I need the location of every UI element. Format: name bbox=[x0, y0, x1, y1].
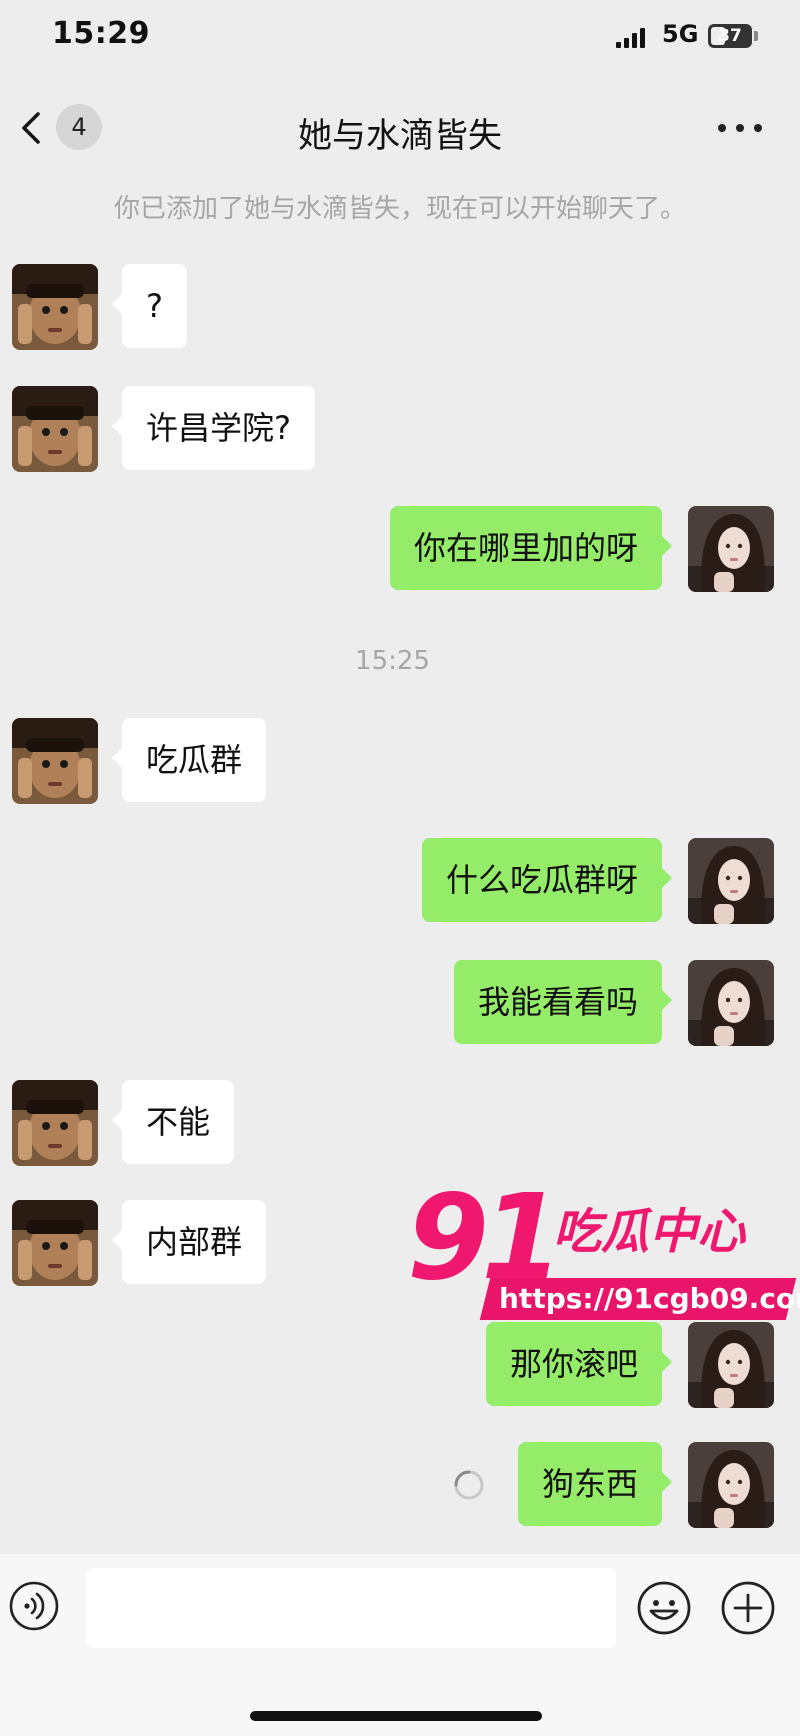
message-bubble-incoming[interactable]: 内部群 bbox=[111, 1200, 267, 1284]
signal-icon bbox=[616, 28, 648, 48]
watermark-logo: 91 吃瓜中心 https://91cgb09.com bbox=[405, 1172, 800, 1328]
contact-avatar[interactable] bbox=[12, 264, 98, 350]
battery-cap bbox=[754, 31, 758, 41]
system-notice: 你已添加了她与水滴皆失，现在可以开始聊天了。 bbox=[113, 194, 686, 224]
message-bubble-outgoing[interactable]: 我能看看吗 bbox=[453, 960, 673, 1044]
home-indicator bbox=[250, 1711, 542, 1721]
message-bubble-outgoing[interactable]: 狗东西 bbox=[517, 1442, 673, 1526]
voice-input-icon[interactable] bbox=[8, 1580, 60, 1632]
chat-input-bar bbox=[0, 1554, 800, 1736]
message-bubble-outgoing[interactable]: 什么吃瓜群呀 bbox=[421, 838, 673, 922]
chat-header: 她与水滴皆失 bbox=[0, 80, 800, 176]
contact-avatar[interactable] bbox=[12, 1080, 98, 1166]
unread-count-badge[interactable]: 4 bbox=[56, 104, 102, 150]
network-type: 5G bbox=[662, 20, 699, 48]
contact-avatar[interactable] bbox=[12, 1200, 98, 1286]
status-bar: 15:29 5G 37 bbox=[0, 0, 800, 80]
message-bubble-outgoing[interactable]: 那你滚吧 bbox=[485, 1322, 673, 1406]
emoji-icon[interactable] bbox=[636, 1580, 692, 1636]
message-bubble-outgoing[interactable]: 你在哪里加的呀 bbox=[389, 506, 673, 590]
watermark-name: 吃瓜中心 bbox=[553, 1204, 746, 1260]
battery-percent: 37 bbox=[718, 26, 742, 46]
message-input[interactable] bbox=[86, 1568, 616, 1648]
plus-more-icon[interactable] bbox=[720, 1580, 776, 1636]
contact-avatar[interactable] bbox=[12, 718, 98, 804]
status-time: 15:29 bbox=[52, 16, 150, 51]
my-avatar[interactable] bbox=[688, 838, 774, 924]
battery-icon: 37 bbox=[708, 24, 752, 48]
my-avatar[interactable] bbox=[688, 1442, 774, 1528]
my-avatar[interactable] bbox=[688, 960, 774, 1046]
more-options-icon[interactable] bbox=[718, 124, 762, 134]
my-avatar[interactable] bbox=[688, 506, 774, 592]
watermark-url: https://91cgb09.com bbox=[499, 1282, 800, 1315]
message-bubble-incoming[interactable]: 吃瓜群 bbox=[111, 718, 267, 802]
my-avatar[interactable] bbox=[688, 1322, 774, 1408]
contact-avatar[interactable] bbox=[12, 386, 98, 472]
message-bubble-incoming[interactable]: 许昌学院? bbox=[112, 386, 315, 470]
message-bubble-incoming[interactable]: 不能 bbox=[111, 1080, 235, 1164]
sending-spinner-icon bbox=[454, 1470, 484, 1500]
message-bubble-incoming[interactable]: ? bbox=[112, 264, 187, 348]
back-arrow-icon[interactable] bbox=[14, 110, 50, 146]
time-divider: 15:25 bbox=[355, 646, 430, 676]
chat-title: 她与水滴皆失 bbox=[298, 116, 502, 156]
